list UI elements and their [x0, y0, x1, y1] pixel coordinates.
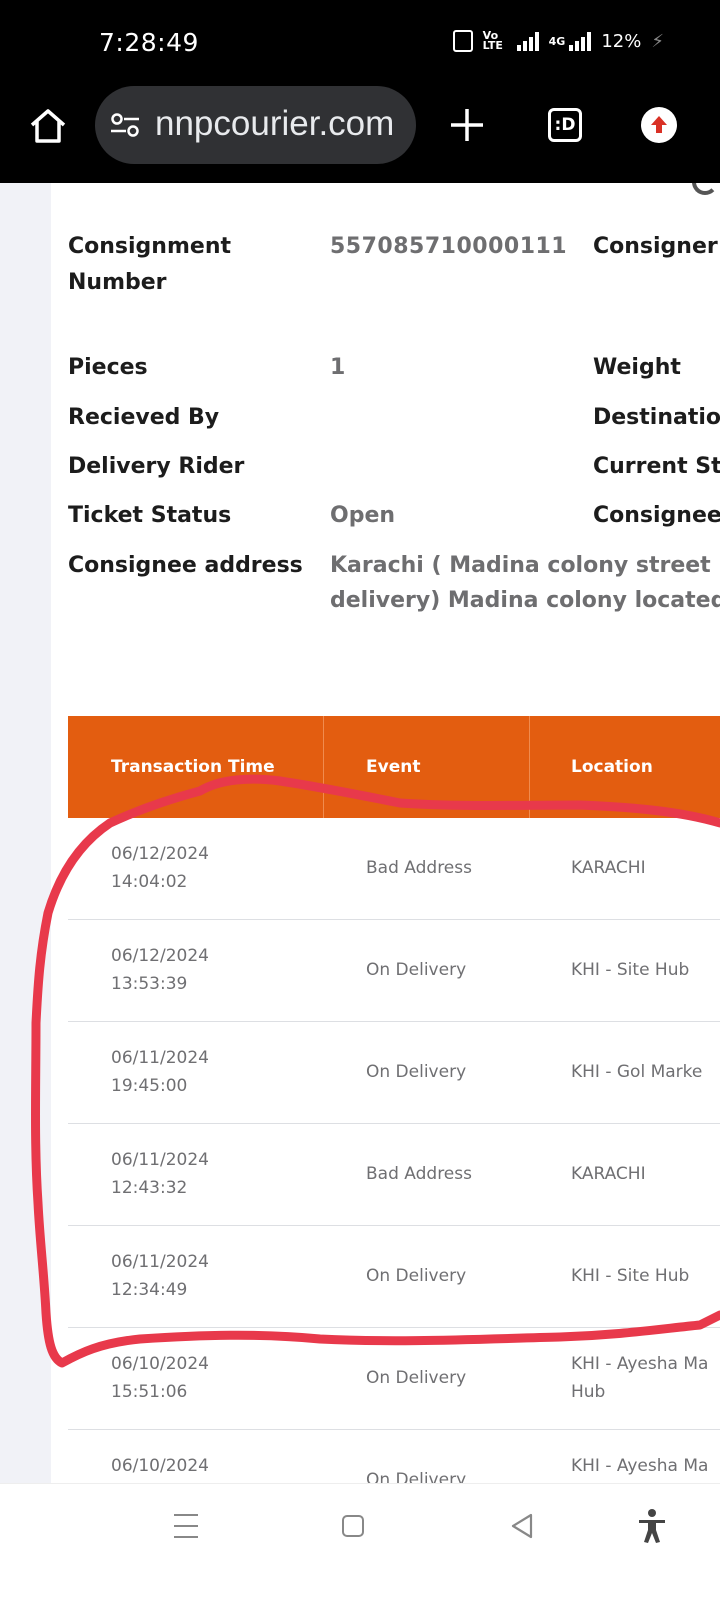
- signal-icon: [516, 31, 539, 51]
- system-nav-bar: [0, 1483, 720, 1600]
- vibrate-icon: [452, 30, 473, 52]
- pieces-label: Pieces: [68, 355, 148, 380]
- row-event: On Delivery: [366, 1470, 467, 1483]
- consignee-address-line1: Karachi ( Madina colony street no: [330, 553, 720, 578]
- table-row: 06/10/2024 On Delivery KHI - Ayesha Ma: [68, 1430, 720, 1483]
- table-row: 06/12/2024 13:53:39 On Delivery KHI - Si…: [68, 920, 720, 1022]
- row-date: 06/11/2024: [111, 1252, 209, 1272]
- column-header-event[interactable]: Event: [366, 716, 420, 818]
- update-arrow-icon: [651, 116, 667, 133]
- status-time: 7:28:49: [99, 28, 199, 57]
- site-settings-icon[interactable]: [110, 112, 140, 138]
- status-bar: 7:28:49 Vo LTE 4G 12% ⚡: [0, 0, 720, 86]
- current-status-label: Current St: [593, 454, 720, 479]
- row-date: 06/12/2024: [111, 946, 209, 966]
- row-time: 12:43:32: [111, 1178, 188, 1198]
- delivery-rider-label: Delivery Rider: [68, 454, 245, 479]
- row-event: On Delivery: [366, 1062, 467, 1082]
- row-date: 06/10/2024: [111, 1354, 209, 1374]
- row-event: On Delivery: [366, 1368, 467, 1388]
- row-location: KARACHI: [571, 1164, 646, 1184]
- volte-icon: Vo LTE: [482, 29, 503, 52]
- row-location: KHI - Site Hub: [571, 1266, 690, 1286]
- row-time: 19:45:00: [111, 1076, 188, 1096]
- signal-4g-icon: [569, 31, 592, 51]
- accessibility-icon[interactable]: [637, 1508, 667, 1544]
- profile-icon[interactable]: [641, 107, 677, 143]
- table-row: 06/11/2024 19:45:00 On Delivery KHI - Go…: [68, 1022, 720, 1124]
- destination-label: Destinatio: [593, 405, 720, 430]
- web-page: Consignment Number 557085710000111 Consi…: [0, 183, 720, 1483]
- signal-4g-label: 4G: [548, 34, 566, 48]
- pieces-value: 1: [330, 355, 346, 380]
- row-location: KHI - Gol Marke: [571, 1062, 703, 1082]
- address-bar[interactable]: nnpcourier.com: [95, 86, 416, 164]
- row-event: Bad Address: [366, 1164, 472, 1184]
- row-date: 06/10/2024: [111, 1456, 209, 1476]
- row-location: KHI - Ayesha Ma: [571, 1354, 709, 1374]
- browser-toolbar: nnpcourier.com :D: [0, 86, 720, 183]
- tabs-indicator: :D: [554, 115, 576, 135]
- row-time: 14:04:02: [111, 872, 188, 892]
- tracking-table-header: Transaction Time Event Location: [68, 716, 720, 818]
- table-row: 06/11/2024 12:34:49 On Delivery KHI - Si…: [68, 1226, 720, 1328]
- row-date: 06/11/2024: [111, 1150, 209, 1170]
- battery-level: 12%: [601, 30, 642, 52]
- status-icons: Vo LTE 4G 12% ⚡: [452, 29, 664, 52]
- row-location: KARACHI: [571, 858, 646, 878]
- row-event: On Delivery: [366, 1266, 467, 1286]
- row-location-line2: Hub: [571, 1382, 606, 1402]
- left-sidebar-strip: [0, 183, 51, 1483]
- screen: 7:28:49 Vo LTE 4G 12% ⚡ nnpcourier.com:…: [0, 0, 720, 1600]
- table-row: 06/11/2024 12:43:32 Bad Address KARACHI: [68, 1124, 720, 1226]
- table-row: 06/12/2024 14:04:02 Bad Address KARACHI: [68, 818, 720, 920]
- row-event: Bad Address: [366, 858, 472, 878]
- ticket-status-label: Ticket Status: [68, 503, 232, 528]
- row-location: KHI - Ayesha Ma: [571, 1456, 709, 1476]
- url-text: nnpcourier.com: [155, 104, 395, 143]
- row-time: 12:34:49: [111, 1280, 188, 1300]
- charging-icon: ⚡: [651, 30, 664, 52]
- partial-icon: [692, 183, 718, 195]
- recents-icon[interactable]: [174, 1514, 198, 1540]
- column-header-location[interactable]: Location: [571, 716, 653, 818]
- row-date: 06/11/2024: [111, 1048, 209, 1068]
- row-location: KHI - Site Hub: [571, 960, 690, 980]
- column-divider: [529, 716, 530, 818]
- column-header-transaction-time[interactable]: Transaction Time: [111, 716, 275, 818]
- table-row: 06/10/2024 15:51:06 On Delivery KHI - Ay…: [68, 1328, 720, 1430]
- back-icon[interactable]: [509, 1512, 535, 1540]
- consignment-number-label: Consignment Number: [68, 234, 231, 295]
- row-date: 06/12/2024: [111, 844, 209, 864]
- consigner-label: Consigner: [593, 234, 718, 259]
- consignee-address-line2: delivery) Madina colony located ne: [330, 588, 720, 613]
- row-event: On Delivery: [366, 960, 467, 980]
- consignee-label: Consignee: [593, 503, 720, 528]
- home-icon[interactable]: [28, 106, 68, 146]
- column-divider: [323, 716, 324, 818]
- consignment-number-value: 557085710000111: [330, 234, 568, 259]
- received-by-label: Recieved By: [68, 405, 220, 430]
- consignee-address-label: Consignee address: [68, 553, 303, 578]
- row-time: 13:53:39: [111, 974, 188, 994]
- tabs-icon[interactable]: :D: [548, 108, 582, 142]
- row-time: 15:51:06: [111, 1382, 188, 1402]
- ticket-status-value: Open: [330, 503, 396, 528]
- new-tab-icon[interactable]: [448, 106, 486, 144]
- home-nav-icon[interactable]: [342, 1515, 364, 1537]
- weight-label: Weight: [593, 355, 681, 380]
